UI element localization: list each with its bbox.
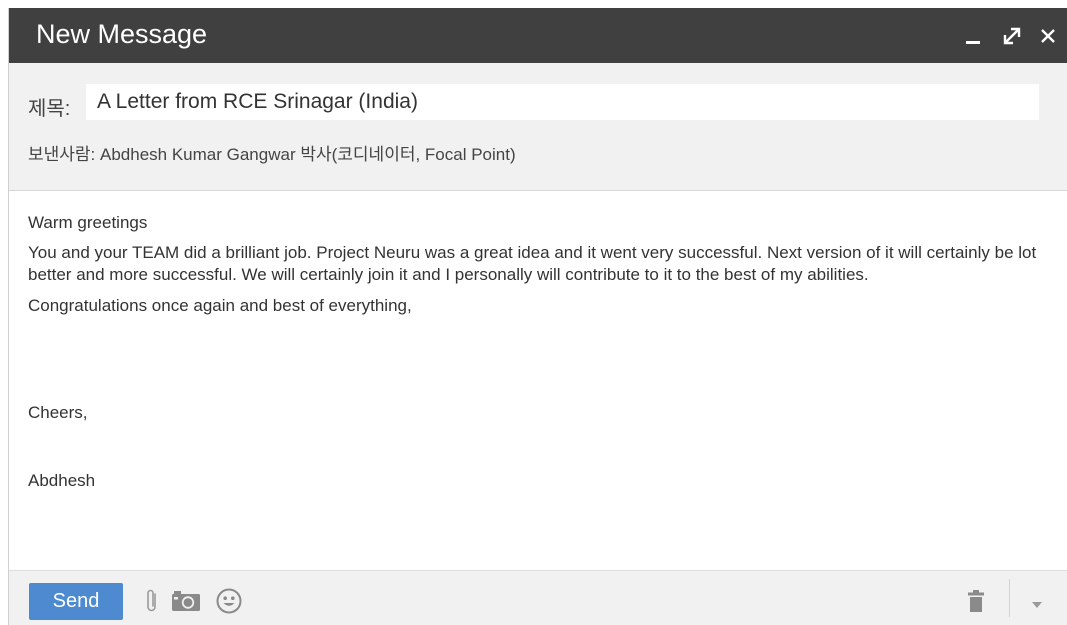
camera-icon[interactable] xyxy=(171,590,201,617)
message-body[interactable]: Warm greetings You and your TEAM did a b… xyxy=(9,192,1067,570)
close-icon[interactable] xyxy=(1033,8,1063,63)
compose-toolbar: Send xyxy=(9,570,1067,625)
body-greeting: Warm greetings xyxy=(28,213,148,232)
minimize-icon[interactable] xyxy=(959,8,989,63)
trash-icon[interactable] xyxy=(967,589,985,618)
compose-window: New Message 제목: 보낸사람: Abdhesh Kumar Gang… xyxy=(8,8,1067,625)
emoji-icon[interactable] xyxy=(216,588,242,619)
body-paragraph: You and your TEAM did a brilliant job. P… xyxy=(28,243,1037,284)
body-signature: Abdhesh xyxy=(28,471,96,490)
toolbar-divider xyxy=(1009,579,1010,617)
paperclip-icon[interactable] xyxy=(145,588,159,619)
subject-input[interactable] xyxy=(86,84,1039,120)
dropdown-arrow-icon[interactable] xyxy=(1031,596,1043,614)
message-header: 제목: 보낸사람: Abdhesh Kumar Gangwar 박사(코디네이터… xyxy=(9,63,1067,191)
sender-info: 보낸사람: Abdhesh Kumar Gangwar 박사(코디네이터, Fo… xyxy=(28,145,516,164)
title-bar[interactable]: New Message xyxy=(9,8,1067,63)
body-congrats: Congratulations once again and best of e… xyxy=(28,296,412,315)
subject-label: 제목: xyxy=(28,98,71,120)
body-closing: Cheers, xyxy=(28,403,88,422)
window-title: New Message xyxy=(36,19,208,49)
expand-icon[interactable] xyxy=(997,8,1027,63)
send-button[interactable]: Send xyxy=(29,583,123,620)
